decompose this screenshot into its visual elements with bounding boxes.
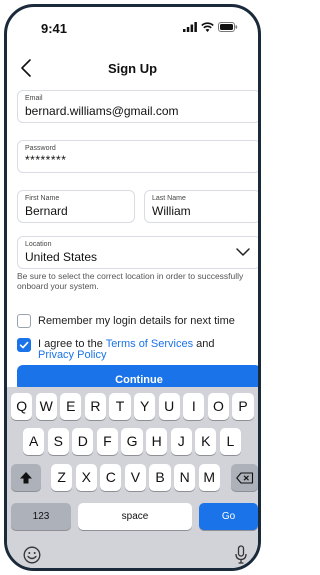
key-n[interactable]: N: [174, 464, 196, 491]
key-i[interactable]: I: [183, 393, 205, 420]
remember-label: Remember my login details for next time: [38, 315, 235, 327]
email-value: bernard.williams@gmail.com: [25, 104, 179, 118]
key-o[interactable]: O: [207, 393, 230, 420]
wifi-icon: [201, 22, 214, 32]
key-x[interactable]: X: [75, 464, 97, 491]
key-h[interactable]: H: [146, 428, 168, 455]
backspace-icon: [235, 472, 253, 484]
key-q[interactable]: Q: [11, 393, 33, 420]
battery-icon: [218, 22, 238, 32]
first-name-field[interactable]: First Name Bernard: [17, 190, 135, 223]
status-bar: 9:41: [7, 7, 258, 47]
nav-bar: Sign Up: [7, 53, 258, 83]
status-icons: [183, 22, 238, 32]
password-field[interactable]: Password ********: [17, 140, 258, 173]
key-g[interactable]: G: [121, 428, 143, 455]
microphone-icon[interactable]: [234, 545, 248, 565]
backspace-key[interactable]: [231, 464, 258, 491]
last-name-value: William: [152, 204, 191, 218]
remember-row[interactable]: Remember my login details for next time: [17, 314, 235, 328]
key-u[interactable]: U: [158, 393, 180, 420]
terms-checkbox[interactable]: [17, 338, 31, 352]
terms-of-service-link[interactable]: Terms of Services: [106, 338, 193, 350]
key-j[interactable]: J: [170, 428, 192, 455]
emoji-icon[interactable]: [23, 546, 41, 564]
key-m[interactable]: M: [198, 464, 220, 491]
keyboard: 123 space Go QWERTYUIOP ASDFGHJKL ZXCVBNM: [7, 387, 258, 568]
first-name-value: Bernard: [25, 204, 68, 218]
go-key[interactable]: Go: [199, 503, 258, 530]
key-r[interactable]: R: [84, 393, 107, 420]
shift-icon: [20, 472, 32, 484]
key-p[interactable]: P: [232, 393, 254, 420]
key-y[interactable]: Y: [134, 393, 156, 420]
numbers-key[interactable]: 123: [11, 503, 71, 530]
terms-middle: and: [193, 338, 215, 350]
location-helper-text: Be sure to select the correct location i…: [17, 271, 244, 291]
phone-frame: 9:41 Sign Up Email bernard.williams@gmai…: [4, 4, 261, 571]
checkmark-icon: [19, 341, 29, 349]
key-k[interactable]: K: [195, 428, 217, 455]
location-label: Location: [25, 241, 52, 248]
key-a[interactable]: A: [23, 428, 45, 455]
email-field[interactable]: Email bernard.williams@gmail.com: [17, 90, 258, 123]
privacy-policy-link[interactable]: Privacy Policy: [38, 349, 106, 361]
key-l[interactable]: L: [219, 428, 242, 455]
key-v[interactable]: V: [124, 464, 147, 491]
key-t[interactable]: T: [109, 393, 131, 420]
key-w[interactable]: W: [35, 393, 57, 420]
key-z[interactable]: Z: [51, 464, 73, 491]
shift-key[interactable]: [11, 464, 41, 491]
location-select[interactable]: Location United States: [17, 236, 258, 269]
chevron-down-icon: [236, 248, 250, 256]
signal-icon: [183, 22, 197, 32]
page-title: Sign Up: [107, 61, 158, 76]
key-e[interactable]: E: [60, 393, 82, 420]
status-time: 9:41: [41, 21, 68, 36]
terms-text: I agree to the Terms of Services and Pri…: [38, 339, 253, 361]
space-key[interactable]: space: [78, 503, 192, 530]
last-name-label: Last Name: [152, 195, 186, 202]
last-name-field[interactable]: Last Name William: [144, 190, 258, 223]
key-f[interactable]: F: [96, 428, 119, 455]
password-label: Password: [25, 145, 56, 152]
location-value: United States: [25, 250, 98, 264]
key-d[interactable]: D: [72, 428, 94, 455]
remember-checkbox[interactable]: [17, 314, 31, 328]
password-value: ********: [25, 153, 67, 167]
key-c[interactable]: C: [100, 464, 122, 491]
key-b[interactable]: B: [149, 464, 171, 491]
first-name-label: First Name: [25, 195, 60, 202]
terms-row[interactable]: I agree to the Terms of Services and Pri…: [17, 338, 253, 361]
key-s[interactable]: S: [47, 428, 69, 455]
email-label: Email: [25, 95, 43, 102]
